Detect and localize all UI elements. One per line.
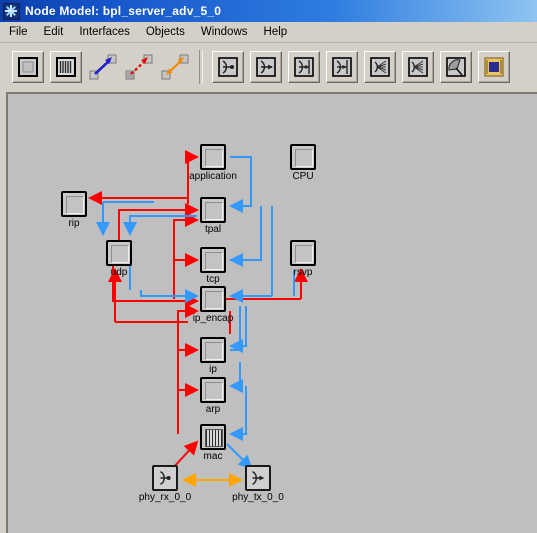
create-queue-tool[interactable] [50,51,82,83]
node-ip[interactable]: ip [200,337,226,375]
processor-icon [61,191,87,217]
window-title: Node Model: bpl_server_adv_5_0 [25,4,222,18]
node-label: application [189,171,237,182]
create-bus-receiver-tool[interactable] [288,51,320,83]
toolbar-group-interfaces [212,51,510,83]
node-application[interactable]: application [189,144,237,182]
node-label: udp [110,267,128,278]
processor-icon [200,286,226,312]
pt-transmitter-icon [245,465,271,491]
processor-icon [290,144,316,170]
menu-item-objects[interactable]: Objects [139,24,192,40]
processor-icon [200,247,226,273]
processor-icon [290,240,316,266]
app-star-icon [3,2,20,20]
antenna-dish-icon [445,56,467,78]
bus-receiver-icon [293,56,315,78]
processor-icon [200,337,226,363]
processor-icon [200,144,226,170]
processor-icon [17,56,39,78]
link-layer [88,150,308,487]
node-label: ip_encap [192,313,234,324]
node-arp[interactable]: arp [200,377,226,415]
toolbar-group-objects [12,51,190,83]
pt-receiver-icon [152,465,178,491]
node-label: tpal [204,224,222,235]
node-mac[interactable]: mac [200,424,226,462]
orange-double-arrow-link-icon [161,53,189,81]
pt-transmitter-icon [255,56,277,78]
create-antenna-tool[interactable] [440,51,472,83]
node-tcp[interactable]: tcp [200,247,226,285]
pt-receiver-icon [217,56,239,78]
radio-receiver-icon [369,56,391,78]
create-radio-receiver-tool[interactable] [364,51,396,83]
node-rsvp[interactable]: rsvp [290,240,316,278]
menu-item-windows[interactable]: Windows [194,24,255,40]
create-logical-association-tool[interactable] [160,52,190,82]
create-processor-tool[interactable] [12,51,44,83]
processor-icon [200,377,226,403]
create-statistic-wire-tool[interactable] [124,52,154,82]
queue-icon [200,424,226,450]
create-esys-module-tool[interactable] [478,51,510,83]
node-label: ip [209,364,217,375]
create-point-to-point-transmitter-tool[interactable] [250,51,282,83]
toolbar-separator [199,50,203,84]
toolbar [0,43,537,91]
menu-item-help[interactable]: Help [257,24,295,40]
node-label: rip [68,218,80,229]
node-ip-encap[interactable]: ip_encap [193,286,233,324]
node-tpal[interactable]: tpal [200,197,226,235]
blue-arrow-link-icon [89,53,117,81]
node-label: mac [203,451,223,462]
node-label: CPU [292,171,314,182]
node-label: tcp [206,274,220,285]
node-label: phy_tx_0_0 [232,492,284,503]
processor-icon [106,240,132,266]
node-udp[interactable]: udp [106,240,132,278]
create-point-to-point-receiver-tool[interactable] [212,51,244,83]
menu-item-interfaces[interactable]: Interfaces [72,24,137,40]
menu-bar: File Edit Interfaces Objects Windows Hel… [0,22,537,43]
node-label: rsvp [293,267,313,278]
node-label: arp [205,404,221,415]
menu-item-edit[interactable]: Edit [37,24,71,40]
node-rip[interactable]: rip [61,191,87,229]
queue-icon [55,56,77,78]
model-canvas[interactable]: application CPU rip tpal udp tcp rsvp ip… [6,92,537,533]
title-bar: Node Model: bpl_server_adv_5_0 [0,0,537,22]
node-phy-rx[interactable]: phy_rx_0_0 [139,465,191,503]
bus-transmitter-icon [331,56,353,78]
chip-module-icon [483,56,505,78]
node-phy-tx[interactable]: phy_tx_0_0 [232,465,284,503]
create-bus-transmitter-tool[interactable] [326,51,358,83]
red-dashed-arrow-link-icon [125,53,153,81]
create-packet-stream-tool[interactable] [88,52,118,82]
menu-item-file[interactable]: File [2,24,35,40]
node-label: phy_rx_0_0 [138,492,192,503]
processor-icon [200,197,226,223]
radio-transmitter-icon [407,56,429,78]
create-radio-transmitter-tool[interactable] [402,51,434,83]
node-cpu[interactable]: CPU [290,144,316,182]
node-model-window: Node Model: bpl_server_adv_5_0 File Edit… [0,0,537,533]
